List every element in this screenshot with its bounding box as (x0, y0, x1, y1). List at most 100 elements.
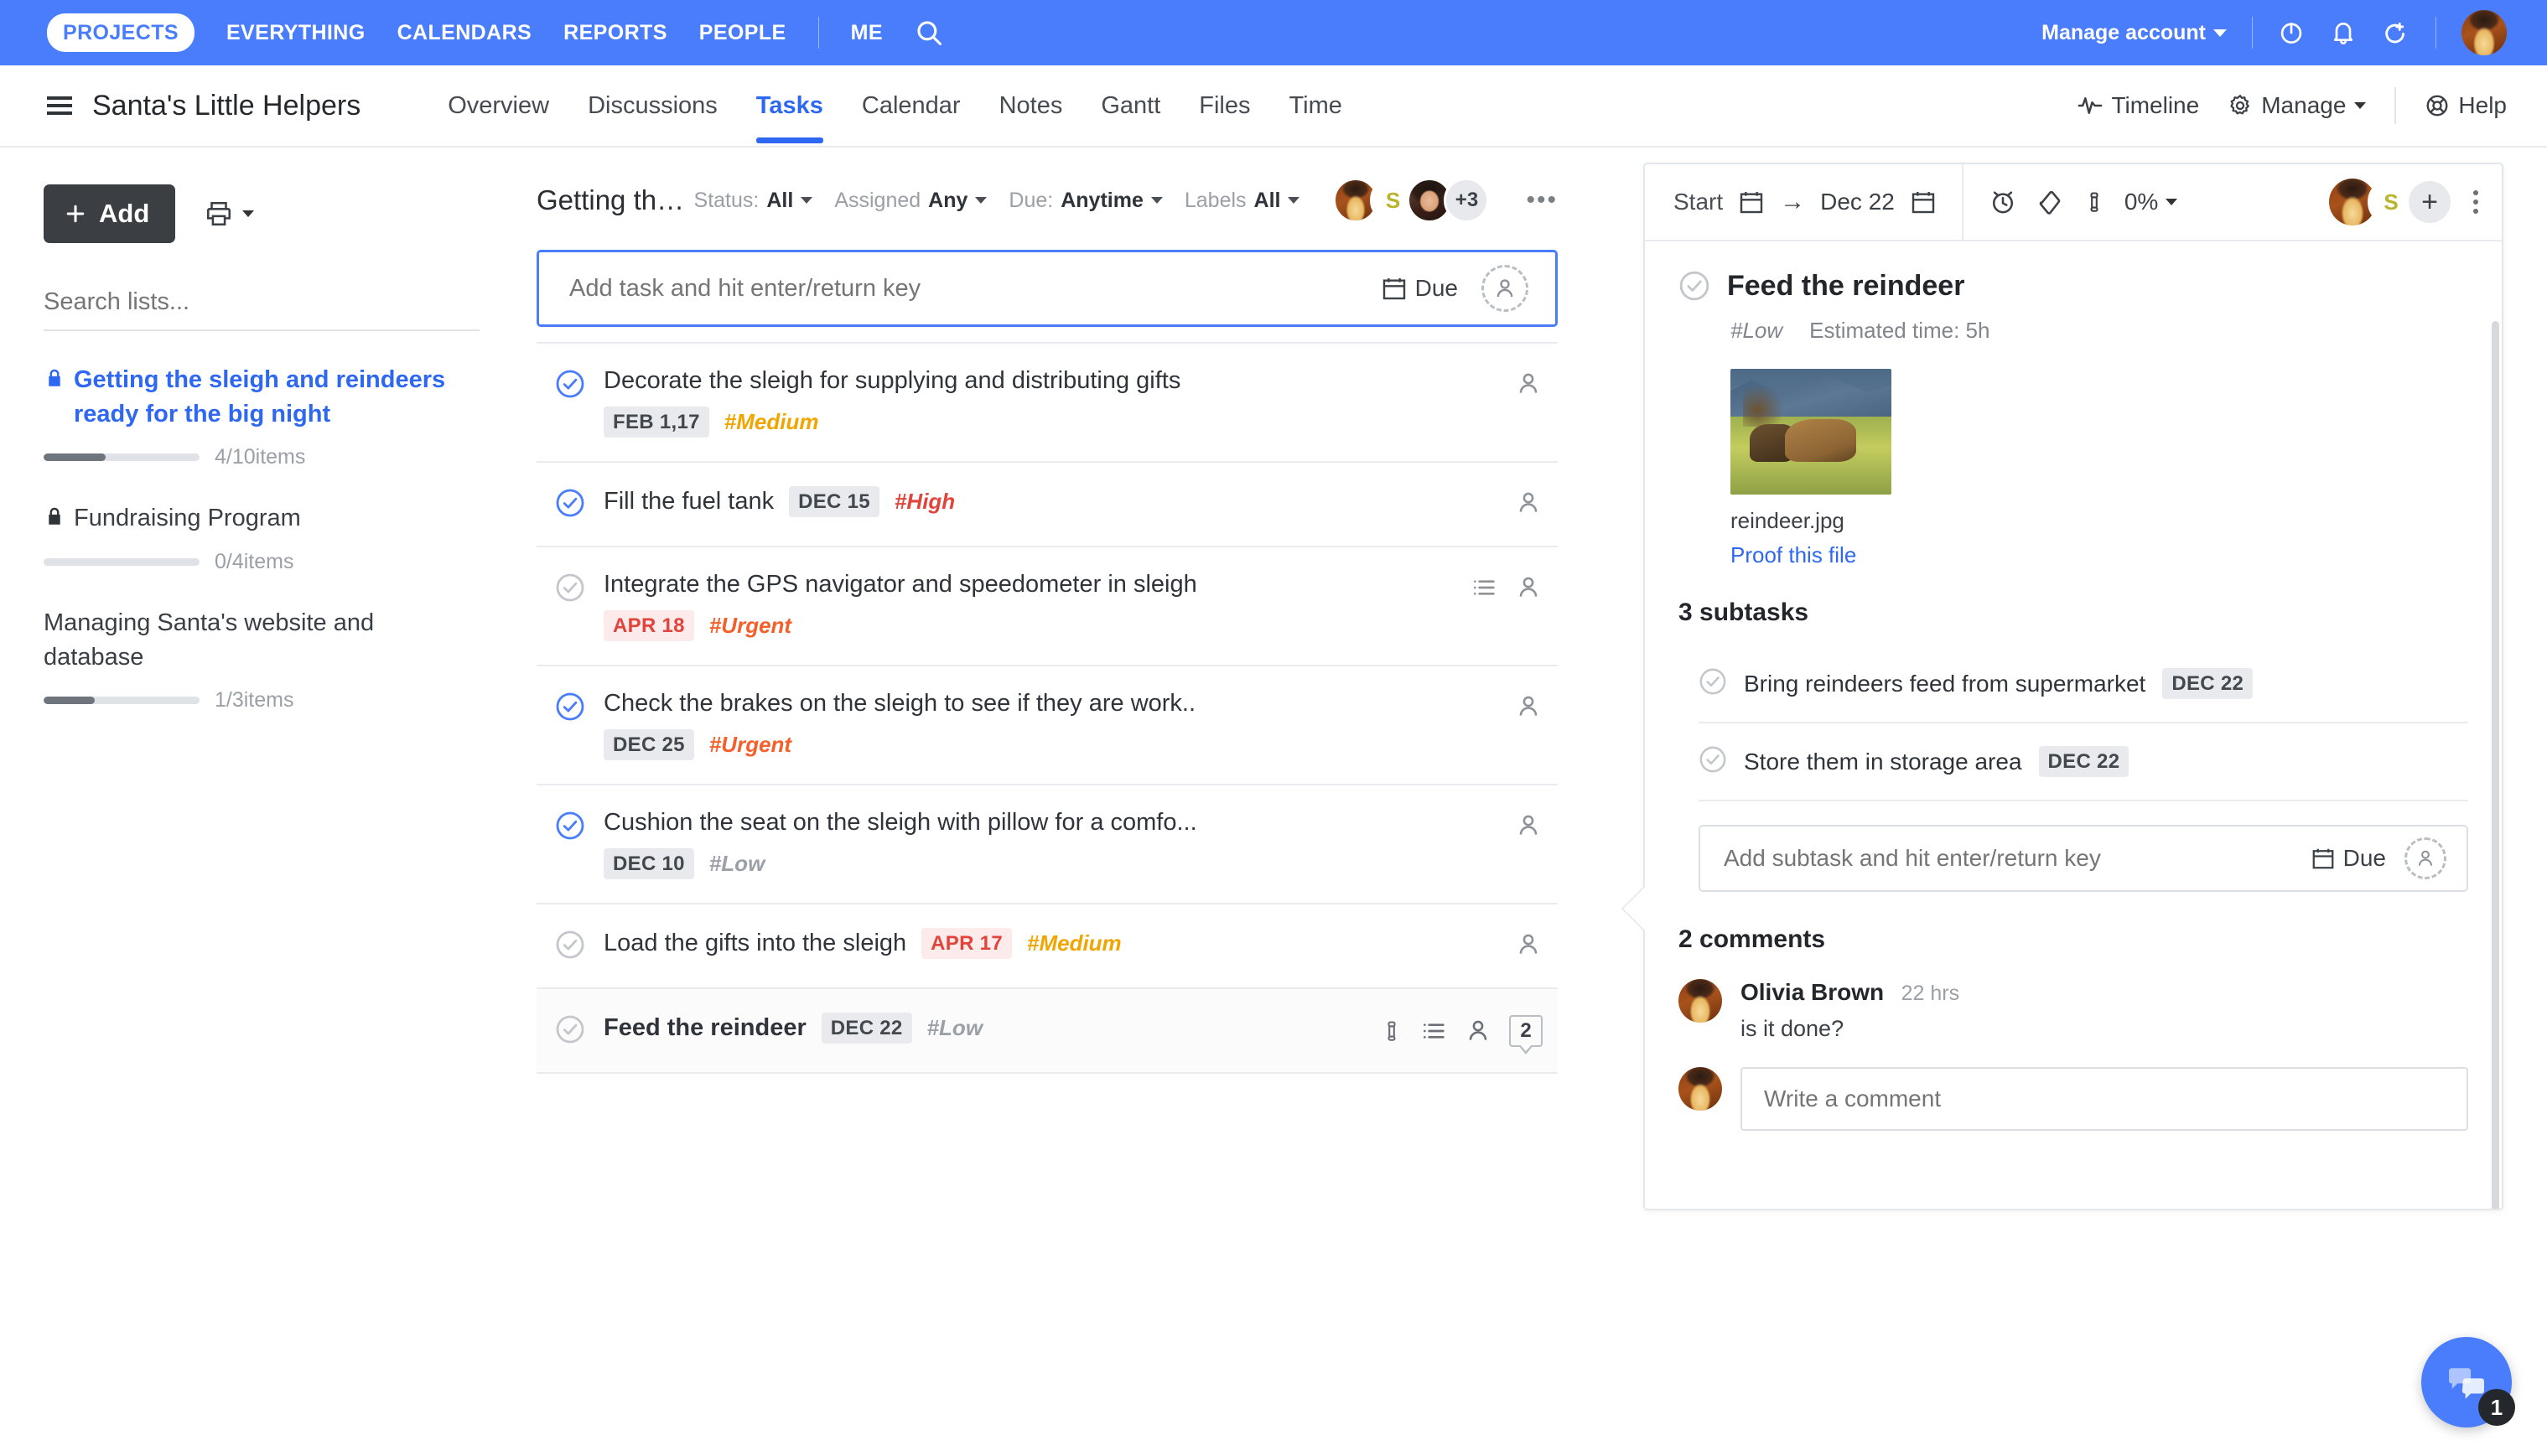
add-button[interactable]: Add (44, 184, 176, 243)
calendar-icon[interactable] (1910, 189, 1937, 215)
nav-item-reports[interactable]: REPORTS (563, 21, 667, 45)
subtask-checkbox[interactable] (1699, 667, 1727, 700)
assignee-avatar-stack[interactable]: S +3 (1333, 178, 1490, 223)
task-checkbox-done[interactable] (555, 692, 585, 726)
logout-icon[interactable] (2382, 18, 2410, 47)
table-row[interactable]: Check the brakes on the sleigh to see if… (537, 666, 1558, 785)
hamburger-menu-icon[interactable] (47, 96, 72, 115)
bell-icon[interactable] (2330, 19, 2357, 46)
task-checkbox-open[interactable] (555, 1014, 585, 1049)
filter-due[interactable]: Due: Anytime (1009, 189, 1163, 213)
tab-overview[interactable]: Overview (448, 92, 549, 143)
task-label[interactable]: #Low (709, 851, 765, 877)
table-row[interactable]: Decorate the sleigh for supplying and di… (537, 344, 1558, 463)
subtask-icon[interactable] (1420, 1018, 1447, 1044)
task-due-chip[interactable]: DEC 10 (604, 848, 694, 879)
detail-start-label[interactable]: Start (1673, 189, 1723, 215)
person-icon[interactable] (1514, 573, 1543, 602)
list-item[interactable]: Store them in storage area DEC 22 (1699, 723, 2468, 801)
table-row[interactable]: Cushion the seat on the sleigh with pill… (537, 785, 1558, 904)
task-label[interactable]: #Urgent (709, 732, 791, 758)
filter-assigned[interactable]: Assigned Any (834, 189, 988, 213)
nav-item-people[interactable]: PEOPLE (699, 21, 786, 45)
nav-item-everything[interactable]: EVERYTHING (226, 21, 366, 45)
task-label[interactable]: #Medium (724, 409, 819, 435)
detail-more-options-button[interactable] (2473, 190, 2478, 214)
subtask-checkbox[interactable] (1699, 745, 1727, 778)
add-subtask-input[interactable] (1724, 845, 2311, 872)
write-comment-box[interactable] (1740, 1067, 2468, 1131)
task-due-chip[interactable]: DEC 22 (821, 1013, 912, 1044)
task-label[interactable]: #Low (927, 1015, 983, 1041)
person-icon[interactable] (1514, 811, 1543, 840)
table-row[interactable]: Fill the fuel tank DEC 15 #High (537, 463, 1558, 547)
attachment-icon[interactable] (1380, 1017, 1403, 1045)
task-checkbox-open[interactable] (555, 930, 585, 964)
add-assignee-button[interactable]: + (2406, 179, 2453, 225)
add-subtask-bar[interactable]: Due (1699, 825, 2468, 892)
detail-scrollbar[interactable] (2492, 321, 2499, 1209)
list-item[interactable]: Managing Santa's website and database 1/… (44, 606, 480, 712)
tab-files[interactable]: Files (1199, 92, 1250, 143)
progress-percent-button[interactable]: 0% (2124, 189, 2178, 215)
avatar-overflow-count[interactable]: +3 (1444, 178, 1490, 223)
avatar[interactable] (1678, 1067, 1722, 1111)
nav-item-me[interactable]: ME (851, 21, 883, 45)
tab-discussions[interactable]: Discussions (588, 92, 718, 143)
tag-icon[interactable] (2036, 188, 2064, 216)
add-task-due-button[interactable]: Due (1381, 275, 1458, 302)
detail-due-date[interactable]: Dec 22 (1820, 189, 1895, 215)
sidebar-list-link[interactable]: Managing Santa's website and database (44, 606, 480, 675)
sidebar-list-link[interactable]: Fundraising Program (44, 501, 480, 536)
search-icon[interactable] (915, 18, 943, 47)
person-icon[interactable] (1514, 489, 1543, 517)
table-row[interactable]: Feed the reindeer DEC 22 #Low 2 (537, 989, 1558, 1074)
add-subtask-assignee-button[interactable] (2404, 837, 2446, 879)
tab-gantt[interactable]: Gantt (1101, 92, 1160, 143)
search-lists-input[interactable] (44, 283, 480, 331)
task-due-chip[interactable]: DEC 15 (789, 486, 879, 517)
table-row[interactable]: Load the gifts into the sleigh APR 17 #M… (537, 904, 1558, 989)
person-icon[interactable] (1514, 692, 1543, 721)
add-task-input[interactable] (569, 274, 1381, 303)
filter-status[interactable]: Status: All (694, 189, 813, 213)
tab-calendar[interactable]: Calendar (862, 92, 961, 143)
list-item[interactable]: Bring reindeers feed from supermarket DE… (1699, 645, 2468, 723)
subtask-due-chip[interactable]: DEC 22 (2162, 668, 2254, 699)
manage-button[interactable]: Manage (2228, 92, 2367, 119)
avatar-current-user[interactable] (2461, 10, 2507, 55)
list-item[interactable]: Fundraising Program 0/4items (44, 501, 480, 573)
person-icon[interactable] (1514, 930, 1543, 959)
write-comment-input[interactable] (1764, 1086, 2445, 1112)
person-icon[interactable] (1464, 1017, 1492, 1045)
power-icon[interactable] (2278, 19, 2305, 46)
proof-this-file-link[interactable]: Proof this file (1730, 542, 2468, 568)
manage-account-button[interactable]: Manage account (2041, 21, 2227, 45)
detail-task-checkbox[interactable] (1678, 270, 1710, 306)
comment-author[interactable]: Olivia Brown (1740, 979, 1884, 1005)
print-button[interactable] (204, 199, 255, 228)
help-button[interactable]: Help (2425, 92, 2507, 119)
calendar-icon[interactable] (1738, 189, 1765, 215)
chat-support-button[interactable]: 1 (2421, 1337, 2515, 1428)
add-task-bar[interactable]: Due (537, 250, 1558, 327)
tab-tasks[interactable]: Tasks (755, 92, 823, 143)
sidebar-list-link[interactable]: Getting the sleigh and reindeers ready f… (44, 363, 480, 432)
task-checkbox-done[interactable] (555, 811, 585, 845)
comment-count-badge[interactable]: 2 (1509, 1015, 1543, 1054)
task-checkbox-done[interactable] (555, 488, 585, 522)
timeline-button[interactable]: Timeline (2078, 92, 2199, 119)
task-checkbox-done[interactable] (555, 369, 585, 403)
tab-time[interactable]: Time (1289, 92, 1342, 143)
add-task-assignee-button[interactable] (1481, 265, 1528, 312)
tab-notes[interactable]: Notes (999, 92, 1063, 143)
task-label[interactable]: #Medium (1027, 930, 1122, 956)
task-checkbox-open[interactable] (555, 573, 585, 607)
table-row[interactable]: Integrate the GPS navigator and speedome… (537, 547, 1558, 666)
task-due-chip[interactable]: APR 18 (604, 610, 694, 641)
nav-item-calendars[interactable]: CALENDARS (397, 21, 532, 45)
list-item[interactable]: Getting the sleigh and reindeers ready f… (44, 363, 480, 469)
task-due-chip[interactable]: FEB 1,17 (604, 407, 709, 438)
task-due-chip[interactable]: DEC 25 (604, 729, 694, 760)
task-due-chip[interactable]: APR 17 (921, 928, 1012, 959)
